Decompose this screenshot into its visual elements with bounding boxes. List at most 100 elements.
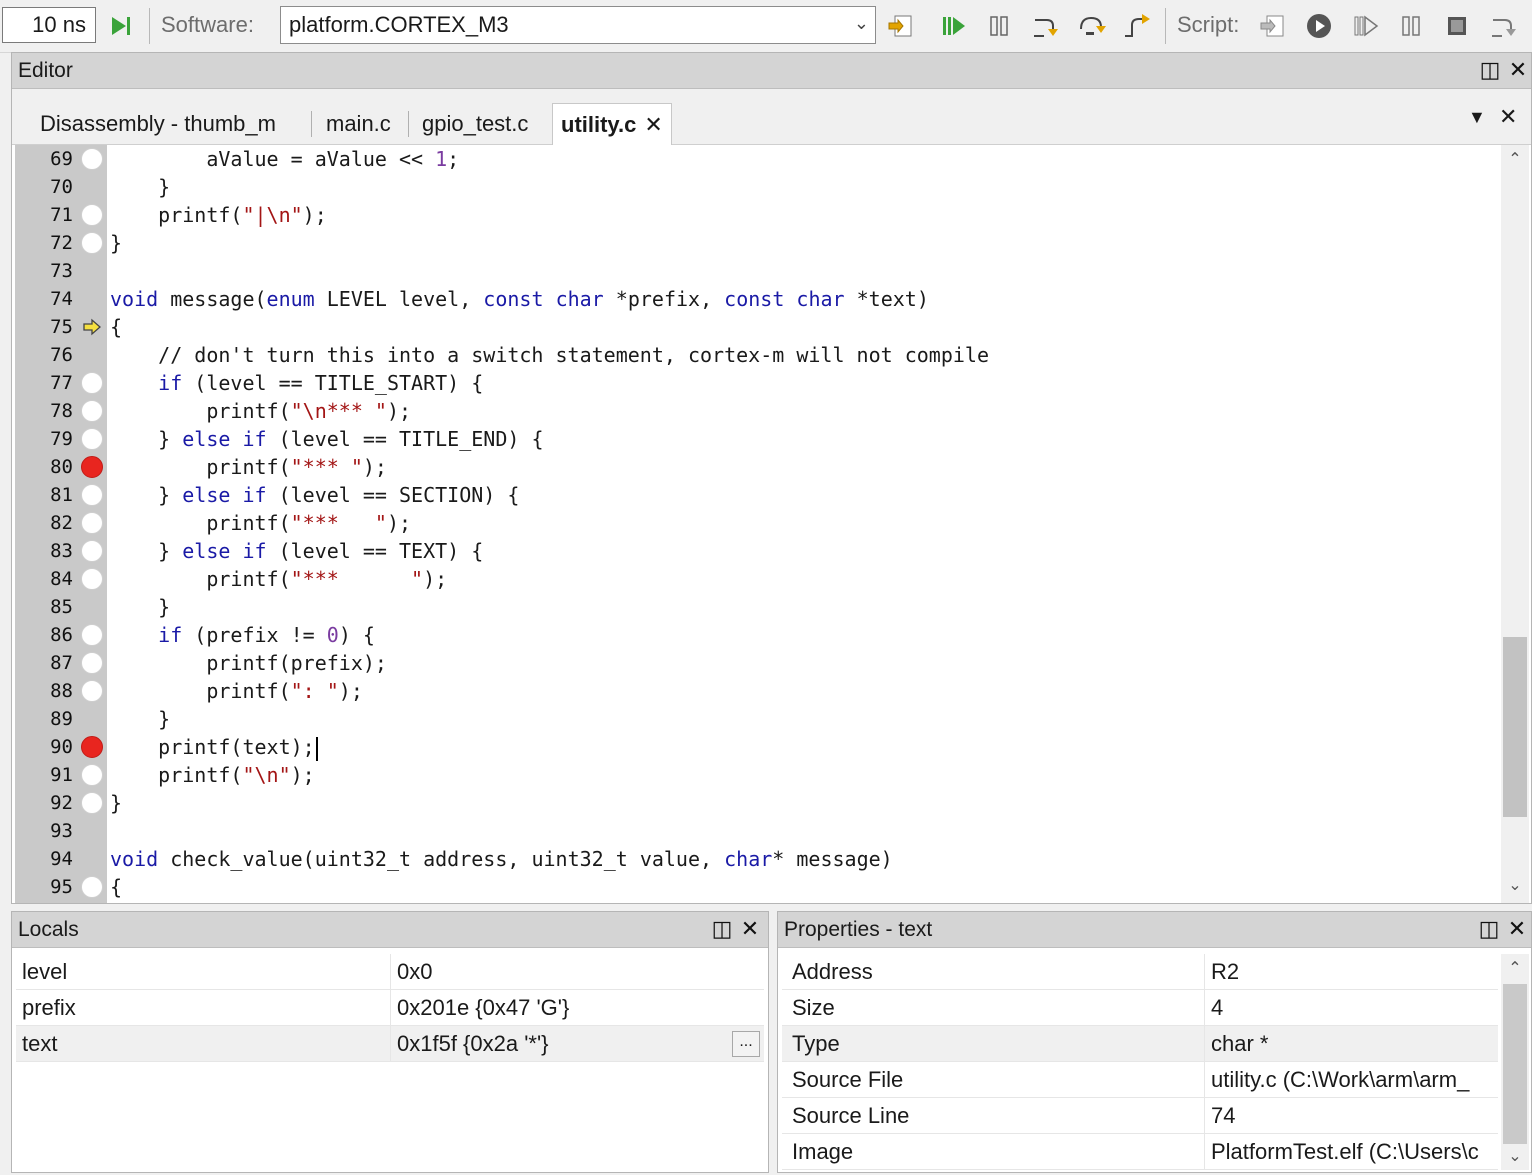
code-line[interactable]: 85 } [12, 593, 1502, 621]
continue-script-icon[interactable] [1348, 9, 1382, 43]
code-line[interactable]: 88 printf(": "); [12, 677, 1502, 705]
property-row[interactable]: Image PlatformTest.elf (C:\Users\c [782, 1134, 1498, 1170]
code-line[interactable]: 74 void message(enum LEVEL level, const c… [12, 285, 1502, 313]
code-line[interactable]: 77 if (level == TITLE_START) { [12, 369, 1502, 397]
run-script-icon[interactable] [1302, 9, 1336, 43]
maximize-icon[interactable]: ◫ [1477, 56, 1503, 84]
breakpoint-slot-icon[interactable] [81, 400, 103, 422]
time-step-field[interactable]: 10 ns [2, 7, 96, 43]
property-row[interactable]: Source File utility.c (C:\Work\arm\arm_ [782, 1062, 1498, 1098]
step-script-icon[interactable] [1486, 9, 1520, 43]
breakpoint-slot-icon[interactable] [81, 624, 103, 646]
breakpoint-slot-icon[interactable] [81, 372, 103, 394]
property-row[interactable]: Type char * [782, 1026, 1498, 1062]
code-line[interactable]: 70 } [12, 173, 1502, 201]
tab-list-dropdown-icon[interactable]: ▼ [1468, 107, 1486, 128]
continue-icon[interactable] [936, 9, 970, 43]
code-token: "|\n" [242, 203, 303, 227]
code-line[interactable]: 80 printf("*** "); [12, 453, 1502, 481]
tab-utility-c[interactable]: utility.c ✕ [552, 103, 672, 146]
property-row[interactable]: Size 4 [782, 990, 1498, 1026]
code-line[interactable]: 79 } else if (level == TITLE_END) { [12, 425, 1502, 453]
scrollbar-thumb[interactable] [1503, 984, 1527, 1144]
breakpoint-icon[interactable] [81, 736, 103, 758]
property-name: Source Line [792, 1103, 910, 1128]
code-line[interactable]: 72} [12, 229, 1502, 257]
code-line[interactable]: 91 printf("\n"); [12, 761, 1502, 789]
tab-label: gpio_test.c [422, 111, 529, 136]
code-line[interactable]: 83 } else if (level == TEXT) { [12, 537, 1502, 565]
breakpoint-slot-icon[interactable] [81, 652, 103, 674]
breakpoint-slot-icon[interactable] [81, 876, 103, 898]
toolbar-separator [1165, 8, 1166, 44]
property-name: Address [792, 959, 873, 984]
current-line-arrow-icon[interactable] [81, 316, 103, 338]
code-line[interactable]: 90 printf(text); [12, 733, 1502, 761]
code-line[interactable]: 93 [12, 817, 1502, 845]
code-line[interactable]: 89 } [12, 705, 1502, 733]
step-out-icon[interactable] [1120, 9, 1154, 43]
code-line[interactable]: 71 printf("|\n"); [12, 201, 1502, 229]
close-icon[interactable]: ✕ [1505, 56, 1531, 84]
scroll-down-icon[interactable]: ⌄ [1501, 871, 1529, 899]
close-icon[interactable]: ✕ [737, 915, 763, 943]
software-select[interactable]: platform.CORTEX_M3 ⌄ [280, 6, 876, 44]
code-line[interactable]: 87 printf(prefix); [12, 649, 1502, 677]
editor-vertical-scrollbar[interactable]: ⌃ ⌄ [1501, 145, 1529, 903]
breakpoint-slot-icon[interactable] [81, 512, 103, 534]
edit-value-button[interactable]: ... [732, 1031, 760, 1057]
toolbar-separator [149, 8, 150, 44]
code-line[interactable]: 81 } else if (level == SECTION) { [12, 481, 1502, 509]
breakpoint-slot-icon[interactable] [81, 232, 103, 254]
breakpoint-slot-icon[interactable] [81, 484, 103, 506]
maximize-icon[interactable]: ◫ [709, 915, 735, 943]
step-over-icon[interactable] [1074, 9, 1108, 43]
run-to-time-icon[interactable] [104, 9, 138, 43]
code-line[interactable]: 78 printf("\n*** "); [12, 397, 1502, 425]
breakpoint-slot-icon[interactable] [81, 764, 103, 786]
maximize-icon[interactable]: ◫ [1476, 915, 1502, 943]
code-token: ; [447, 147, 460, 171]
tab-gpio-test-c[interactable]: gpio_test.c [414, 103, 536, 145]
property-row[interactable]: Source Line 74 [782, 1098, 1498, 1134]
pause-script-icon[interactable] [1394, 9, 1428, 43]
tab-main-c[interactable]: main.c [318, 103, 399, 145]
code-line[interactable]: 86 if (prefix != 0) { [12, 621, 1502, 649]
breakpoint-slot-icon[interactable] [81, 204, 103, 226]
code-line[interactable]: 82 printf("*** "); [12, 509, 1502, 537]
load-software-icon[interactable] [884, 9, 918, 43]
breakpoint-slot-icon[interactable] [81, 148, 103, 170]
code-editor[interactable]: 69 aValue = aValue << 1; 70 } 71 printf("|… [12, 145, 1531, 903]
code-line[interactable]: 94 void check_value(uint32_t address, uin… [12, 845, 1502, 873]
breakpoint-slot-icon[interactable] [81, 428, 103, 450]
breakpoint-slot-icon[interactable] [81, 540, 103, 562]
locals-row[interactable]: prefix 0x201e {0x47 'G'} [16, 990, 764, 1026]
breakpoint-slot-icon[interactable] [81, 792, 103, 814]
code-line[interactable]: 73 [12, 257, 1502, 285]
locals-row[interactable]: level 0x0 [16, 954, 764, 990]
breakpoint-icon[interactable] [81, 456, 103, 478]
close-icon[interactable]: ✕ [1504, 915, 1530, 943]
code-line[interactable]: 95 { [12, 873, 1502, 901]
stop-script-icon[interactable] [1440, 9, 1474, 43]
scroll-up-icon[interactable]: ⌃ [1501, 954, 1529, 982]
code-line[interactable]: 84 printf("*** "); [12, 565, 1502, 593]
pause-icon[interactable] [982, 9, 1016, 43]
breakpoint-slot-icon[interactable] [81, 680, 103, 702]
close-all-tabs-icon[interactable]: ✕ [1499, 104, 1517, 130]
property-row[interactable]: Address R2 [782, 954, 1498, 990]
step-into-icon[interactable] [1028, 9, 1062, 43]
code-line[interactable]: 76 // don't turn this into a switch stat… [12, 341, 1502, 369]
scroll-down-icon[interactable]: ⌄ [1501, 1142, 1529, 1170]
load-script-icon[interactable] [1256, 9, 1290, 43]
code-line[interactable]: 92} [12, 789, 1502, 817]
scrollbar-thumb[interactable] [1503, 637, 1527, 817]
code-line[interactable]: 69 aValue = aValue << 1; [12, 145, 1502, 173]
code-line[interactable]: 75 { [12, 313, 1502, 341]
properties-vertical-scrollbar[interactable]: ⌃ ⌄ [1501, 954, 1529, 1170]
tab-disassembly[interactable]: Disassembly - thumb_m [32, 103, 284, 145]
scroll-up-icon[interactable]: ⌃ [1501, 145, 1529, 173]
close-tab-icon[interactable]: ✕ [644, 112, 662, 138]
locals-row[interactable]: text 0x1f5f {0x2a '*'}... [16, 1026, 764, 1062]
breakpoint-slot-icon[interactable] [81, 568, 103, 590]
